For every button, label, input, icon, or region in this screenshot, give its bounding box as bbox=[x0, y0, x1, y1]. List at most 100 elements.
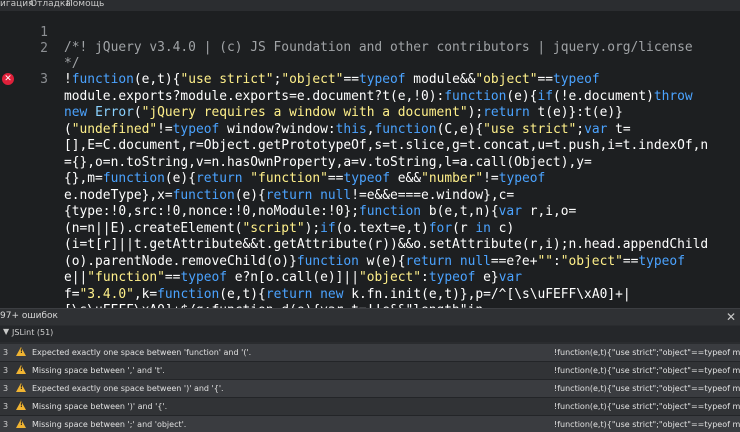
code-token: : bbox=[421, 270, 429, 285]
code-token: !=e&&e===e.window},c= bbox=[351, 187, 515, 203]
code-token: e&& bbox=[390, 171, 422, 186]
code-token: ; bbox=[576, 121, 585, 137]
code-token: ={},o=n.toString,v=n.hasOwnProperty,a=v.… bbox=[64, 154, 592, 170]
code-token: typeof bbox=[343, 171, 391, 186]
problem-source: !function(e,t){"use strict";"object"==ty… bbox=[554, 348, 740, 357]
code-token: (n=n||E).createElement( bbox=[64, 220, 243, 236]
code-token: null bbox=[459, 253, 491, 269]
code-token: new bbox=[320, 286, 344, 302]
code-token: return bbox=[265, 187, 313, 203]
code-token: e|| bbox=[64, 270, 88, 285]
warning-icon bbox=[16, 383, 26, 392]
code-token: e} bbox=[475, 270, 499, 285]
menu-item-debug[interactable]: Отладка bbox=[30, 0, 71, 10]
code-line: (o).parentNode.removeChild(o)}function w… bbox=[64, 254, 685, 270]
problem-message: Missing space between ')' and '{'. bbox=[32, 402, 168, 411]
code-token: e?n[o.call(e)]|| bbox=[227, 270, 359, 285]
code-line: ("undefined"!=typeof window?window:this,… bbox=[64, 122, 631, 138]
code-token: for bbox=[428, 220, 453, 236]
code-token: function bbox=[157, 286, 220, 302]
menu-bar: игация Отладка Помощь bbox=[0, 0, 740, 11]
code-token: ==e?e+ bbox=[490, 253, 538, 269]
code-token: ( bbox=[64, 121, 72, 137]
problem-source: !function(e,t){"use strict";"object"==ty… bbox=[554, 420, 740, 429]
problem-line-number: 3 bbox=[3, 384, 9, 393]
code-token: function bbox=[102, 171, 165, 186]
code-token: 0 bbox=[118, 204, 127, 219]
code-token: if bbox=[320, 220, 336, 236]
code-token: ( bbox=[133, 105, 142, 120]
problem-line-number: 3 bbox=[3, 366, 9, 375]
code-line: e.nodeType},x=function(e){return null!=e… bbox=[64, 188, 514, 204]
code-token: == bbox=[537, 72, 554, 87]
warning-icon bbox=[16, 419, 26, 428]
code-token: "object" bbox=[475, 72, 538, 87]
problem-row[interactable]: 3 Expected exactly one space between ')'… bbox=[0, 380, 740, 398]
problem-source: !function(e,t){"use strict";"object"==ty… bbox=[554, 402, 740, 411]
menu-item-navigation[interactable]: игация bbox=[0, 0, 33, 10]
code-token: ): bbox=[428, 88, 445, 104]
code-token: (o).parentNode.removeChild(o)} bbox=[64, 253, 297, 269]
code-token: var bbox=[498, 270, 522, 285]
code-token: null bbox=[320, 187, 352, 203]
problem-row[interactable]: 3 Expected exactly one space between 'fu… bbox=[0, 344, 740, 362]
problem-line-number: 3 bbox=[3, 348, 9, 357]
problem-line-number: 3 bbox=[3, 402, 9, 411]
code-token: == bbox=[343, 72, 359, 87]
code-line: (i=t[r]||t.getAttribute&&t.getAttribute(… bbox=[64, 237, 708, 253]
code-token: 0 bbox=[421, 88, 429, 104]
code-line: {},m=function(e){return "function"==type… bbox=[64, 171, 545, 187]
code-token: ,nonce:! bbox=[180, 204, 243, 219]
code-token: ,src:! bbox=[126, 204, 173, 219]
problem-row[interactable]: 3 Missing space between ',' and 't'. !fu… bbox=[0, 362, 740, 380]
code-token: Error bbox=[95, 105, 134, 120]
code-line: f="3.4.0",k=function(e,t){return new k.f… bbox=[64, 287, 631, 303]
code-token: : bbox=[553, 253, 561, 269]
code-line: !function(e,t){"use strict";"object"==ty… bbox=[64, 72, 600, 88]
code-token: (e){ bbox=[164, 171, 196, 186]
code-token: (!e.document) bbox=[552, 88, 654, 104]
code-token: t(e)}:t(e)} bbox=[529, 105, 623, 120]
code-line: ={},o=n.toString,v=n.hasOwnProperty,a=v.… bbox=[64, 155, 592, 171]
warning-icon bbox=[16, 365, 26, 374]
code-token: t= bbox=[607, 121, 631, 137]
problem-line-number: 3 bbox=[3, 420, 9, 429]
warning-icon bbox=[16, 347, 26, 356]
code-token: return bbox=[405, 253, 453, 269]
code-token: ); bbox=[304, 220, 321, 236]
code-line: [],E=C.document,r=Object.getPrototypeOf,… bbox=[64, 138, 708, 154]
linter-group-jslint[interactable]: ▼ JSLint (51) bbox=[0, 326, 740, 342]
code-token: typeof bbox=[428, 270, 476, 285]
line-number: 1 bbox=[40, 25, 48, 40]
code-token: var bbox=[584, 121, 608, 137]
menu-item-help[interactable]: Помощь bbox=[66, 0, 104, 10]
code-token: e.nodeType},x= bbox=[64, 187, 173, 203]
chevron-down-icon[interactable]: ▼ bbox=[3, 327, 9, 336]
linter-group-label: JSLint (51) bbox=[12, 328, 54, 337]
problem-row[interactable]: 3 Missing space between ';' and 'object'… bbox=[0, 416, 740, 432]
code-token: "function" bbox=[87, 270, 165, 285]
code-editor[interactable]: 1 2 ✕ 3 /*! jQuery v3.4.0 | (c) JS Found… bbox=[0, 11, 740, 308]
code-token: (e){ bbox=[506, 88, 538, 104]
code-token: "number" bbox=[421, 171, 484, 186]
code-token: function bbox=[374, 121, 437, 137]
code-token: typeof bbox=[638, 253, 685, 269]
code-token: (e){ bbox=[234, 187, 266, 203]
code-token: "use strict" bbox=[180, 72, 274, 87]
code-token: typeof bbox=[498, 171, 546, 186]
code-token: (r bbox=[452, 220, 476, 236]
code-token: typeof bbox=[180, 270, 228, 285]
line-number: 2 bbox=[40, 41, 48, 56]
code-token: c) bbox=[490, 220, 515, 236]
editor-scrollbar[interactable] bbox=[734, 11, 740, 308]
code-token: ,noModule:! bbox=[250, 204, 336, 219]
code-token: f= bbox=[64, 286, 80, 302]
code-token: == bbox=[327, 171, 344, 186]
code-token: "function" bbox=[250, 171, 328, 186]
code-token: "script" bbox=[242, 220, 305, 236]
problem-row[interactable]: 3 Missing space between ')' and '{'. !fu… bbox=[0, 398, 740, 416]
close-icon[interactable]: ✕ bbox=[726, 309, 736, 325]
